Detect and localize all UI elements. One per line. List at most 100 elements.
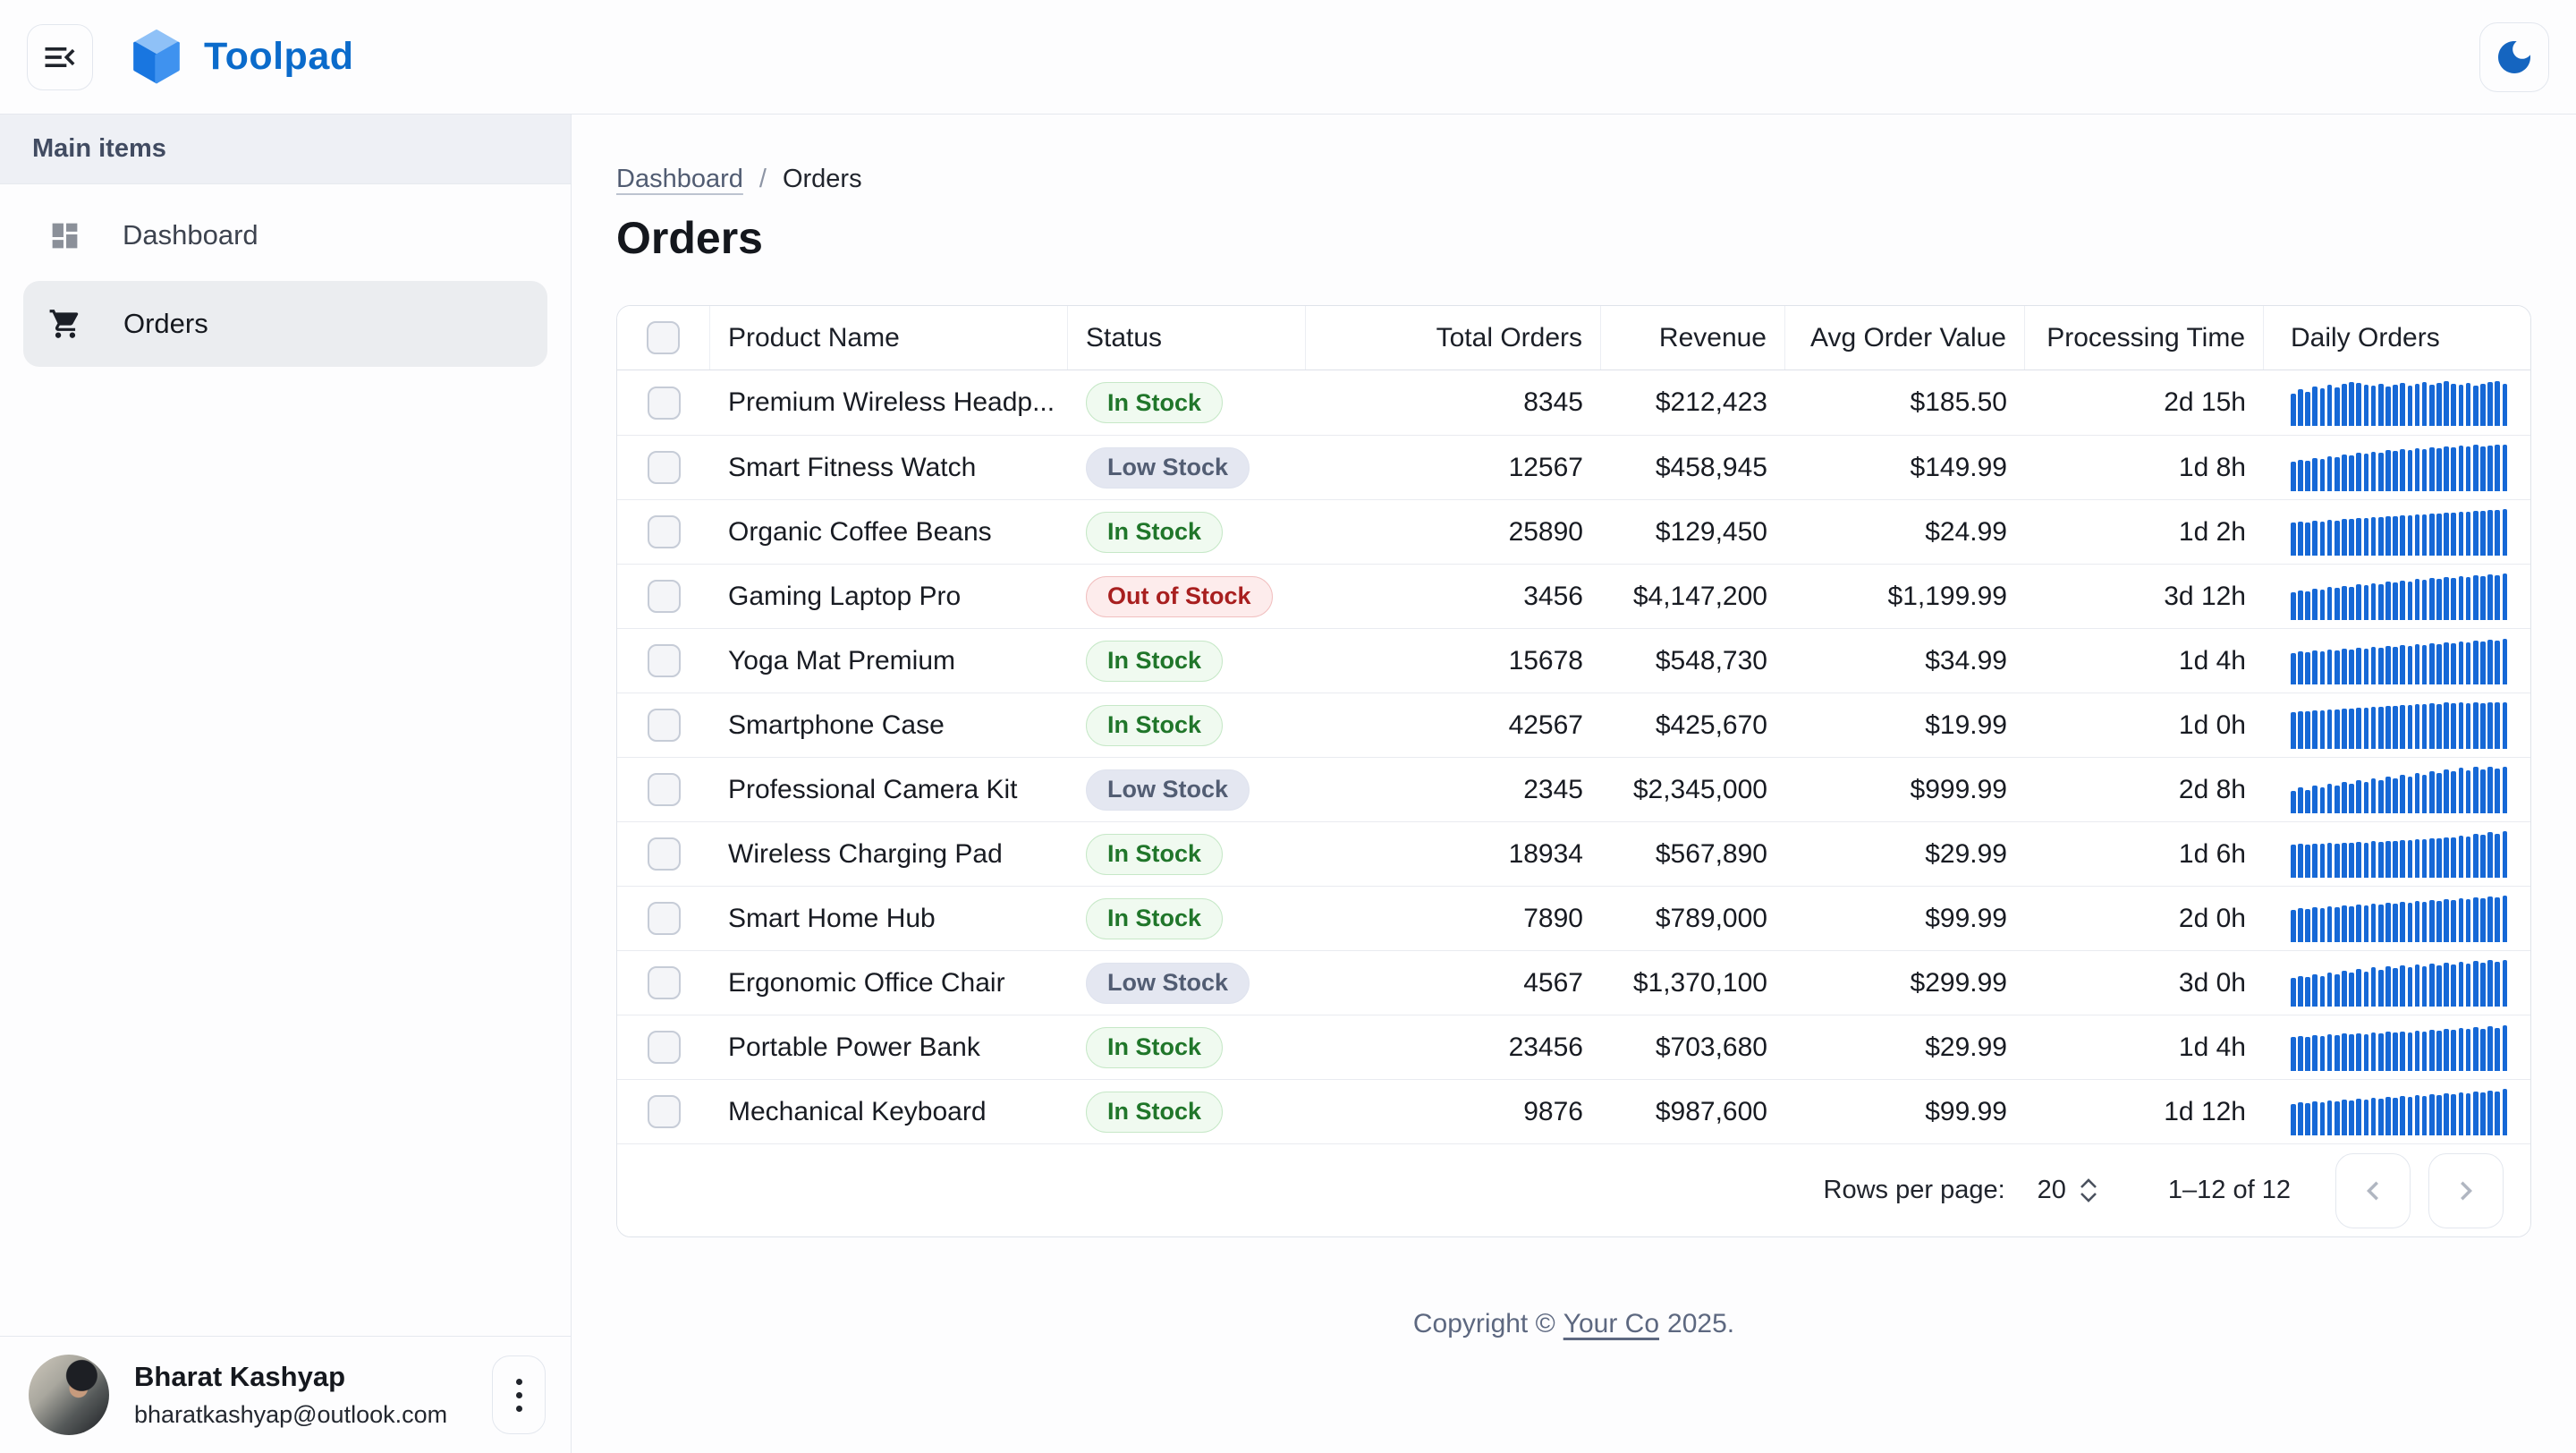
row-checkbox-cell (617, 693, 710, 757)
table-row: Portable Power Bank In Stock 23456 $703,… (617, 1015, 2530, 1079)
product-name: Smartphone Case (728, 710, 945, 741)
product-name-cell: Smartphone Case (710, 693, 1068, 757)
row-checkbox[interactable] (648, 902, 681, 935)
previous-page-button[interactable] (2335, 1153, 2411, 1228)
product-name: Portable Power Bank (728, 1032, 980, 1063)
app-title: Toolpad (204, 35, 354, 79)
table-row: Premium Wireless Headp... In Stock 8345 … (617, 370, 2530, 435)
status-cell: Low Stock (1068, 436, 1306, 499)
app-bar: Toolpad (0, 0, 2576, 115)
product-name: Wireless Charging Pad (728, 839, 1003, 870)
column-header-avg-order-value[interactable]: Avg Order Value (1785, 306, 2025, 370)
revenue-cell: $789,000 (1601, 887, 1785, 950)
product-name: Organic Coffee Beans (728, 517, 992, 548)
avg-order-value-cell: $29.99 (1785, 1015, 2025, 1079)
daily-orders-sparkline (2291, 445, 2507, 491)
rows-per-page-select[interactable]: 20 (2038, 1176, 2098, 1205)
row-checkbox[interactable] (648, 837, 681, 871)
daily-orders-cell (2264, 500, 2530, 564)
status-cell: In Stock (1068, 1080, 1306, 1143)
product-name: Smart Home Hub (728, 904, 936, 934)
daily-orders-sparkline (2291, 702, 2507, 749)
sidebar: Main items Dashboard Orders Bharat Kashy… (0, 115, 572, 1453)
total-orders-cell: 18934 (1306, 822, 1601, 886)
row-checkbox[interactable] (648, 966, 681, 999)
daily-orders-cell (2264, 370, 2530, 435)
table-row: Smart Fitness Watch Low Stock 12567 $458… (617, 435, 2530, 499)
column-header-product-name[interactable]: Product Name (710, 306, 1068, 370)
row-checkbox-cell (617, 822, 710, 886)
total-orders-cell: 8345 (1306, 370, 1601, 435)
product-name-cell: Gaming Laptop Pro (710, 565, 1068, 628)
main-content: Dashboard / Orders Orders Product Name S… (572, 115, 2576, 1453)
column-header-status[interactable]: Status (1068, 306, 1306, 370)
select-all-checkbox[interactable] (647, 321, 680, 354)
row-checkbox[interactable] (648, 773, 681, 806)
collapse-sidebar-button[interactable] (27, 24, 93, 90)
next-page-button[interactable] (2428, 1153, 2504, 1228)
avg-order-value-cell: $149.99 (1785, 436, 2025, 499)
product-name: Gaming Laptop Pro (728, 582, 961, 612)
orders-data-grid: Product Name Status Total Orders Revenue… (616, 305, 2531, 1237)
row-checkbox[interactable] (648, 644, 681, 677)
company-link[interactable]: Your Co (1563, 1309, 1659, 1339)
status-badge: In Stock (1086, 382, 1223, 423)
column-header-processing-time[interactable]: Processing Time (2025, 306, 2264, 370)
table-row: Smartphone Case In Stock 42567 $425,670 … (617, 693, 2530, 757)
column-header-revenue[interactable]: Revenue (1601, 306, 1785, 370)
daily-orders-cell (2264, 758, 2530, 821)
product-name-cell: Smart Home Hub (710, 887, 1068, 950)
status-badge: Low Stock (1086, 963, 1250, 1004)
table-row: Professional Camera Kit Low Stock 2345 $… (617, 757, 2530, 821)
sidebar-spacer (0, 367, 571, 1336)
column-header-daily-orders[interactable]: Daily Orders (2264, 306, 2530, 370)
table-row: Organic Coffee Beans In Stock 25890 $129… (617, 499, 2530, 564)
copyright-text: Copyright © (1413, 1309, 1555, 1339)
menu-open-icon (40, 38, 80, 77)
sidebar-item-dashboard[interactable]: Dashboard (23, 200, 547, 270)
row-checkbox[interactable] (648, 580, 681, 613)
brand-home-link[interactable]: Toolpad (131, 30, 354, 85)
product-name: Professional Camera Kit (728, 775, 1017, 805)
row-checkbox[interactable] (648, 1095, 681, 1128)
status-badge: In Stock (1086, 834, 1223, 875)
select-all-cell (617, 306, 710, 370)
total-orders-cell: 15678 (1306, 629, 1601, 693)
status-cell: Low Stock (1068, 951, 1306, 1015)
table-row: Wireless Charging Pad In Stock 18934 $56… (617, 821, 2530, 886)
avg-order-value-cell: $19.99 (1785, 693, 2025, 757)
product-name-cell: Mechanical Keyboard (710, 1080, 1068, 1143)
breadcrumb-dashboard-link[interactable]: Dashboard (616, 165, 743, 194)
daily-orders-cell (2264, 629, 2530, 693)
row-checkbox[interactable] (648, 1031, 681, 1064)
row-checkbox[interactable] (648, 451, 681, 484)
user-name: Bharat Kashyap (134, 1361, 492, 1393)
revenue-cell: $567,890 (1601, 822, 1785, 886)
row-checkbox-cell (617, 1080, 710, 1143)
theme-toggle-button[interactable] (2479, 22, 2549, 92)
column-header-total-orders[interactable]: Total Orders (1306, 306, 1601, 370)
status-badge: In Stock (1086, 1027, 1223, 1068)
status-badge: In Stock (1086, 641, 1223, 682)
daily-orders-sparkline (2291, 1089, 2507, 1135)
sidebar-nav: Dashboard Orders (0, 184, 571, 367)
processing-time-cell: 2d 15h (2025, 370, 2264, 435)
revenue-cell: $2,345,000 (1601, 758, 1785, 821)
user-panel: Bharat Kashyap bharatkashyap@outlook.com (0, 1336, 571, 1453)
row-checkbox-cell (617, 500, 710, 564)
user-info: Bharat Kashyap bharatkashyap@outlook.com (134, 1361, 492, 1429)
total-orders-cell: 12567 (1306, 436, 1601, 499)
chevron-left-icon (2354, 1172, 2392, 1210)
daily-orders-sparkline (2291, 896, 2507, 942)
row-checkbox[interactable] (648, 387, 681, 420)
total-orders-cell: 9876 (1306, 1080, 1601, 1143)
daily-orders-sparkline (2291, 767, 2507, 813)
avg-order-value-cell: $34.99 (1785, 629, 2025, 693)
user-menu-button[interactable] (492, 1355, 546, 1434)
total-orders-cell: 2345 (1306, 758, 1601, 821)
sidebar-item-orders[interactable]: Orders (23, 281, 547, 367)
row-checkbox[interactable] (648, 709, 681, 742)
daily-orders-cell (2264, 565, 2530, 628)
rows-per-page-value: 20 (2038, 1176, 2066, 1205)
row-checkbox[interactable] (648, 515, 681, 548)
